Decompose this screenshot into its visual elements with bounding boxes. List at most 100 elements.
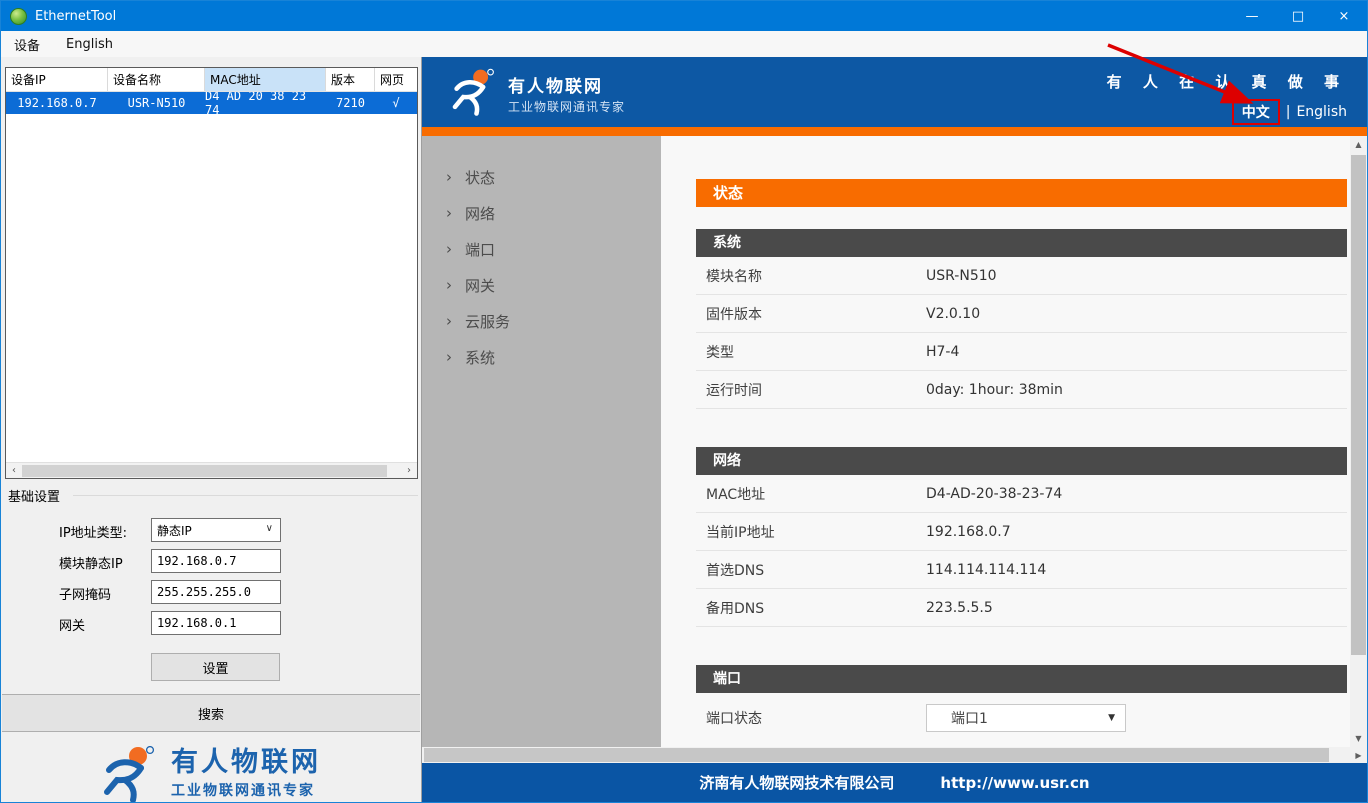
table-row: 端口状态 端口1 ▼ (696, 693, 1347, 743)
section-network-header: 网络 (696, 447, 1347, 475)
web-header: 有人物联网 工业物联网通讯专家 有 人 在 认 真 做 事 中文 | Engli… (422, 57, 1367, 127)
column-header-web[interactable]: 网页 (375, 68, 417, 91)
title-bar: EthernetTool — □ × (1, 1, 1367, 31)
footer-url-link[interactable]: http://www.usr.cn (940, 774, 1089, 792)
app-icon (10, 8, 27, 25)
table-row: MAC地址D4-AD-20-38-23-74 (696, 475, 1347, 513)
subnet-mask-field[interactable]: 255.255.255.0 (151, 580, 281, 604)
brand-name: 有人物联网 (171, 748, 321, 778)
chevron-down-icon: ∨ (266, 523, 273, 534)
section-port: 端口 端口状态 端口1 ▼ (696, 665, 1347, 743)
window-title: EthernetTool (35, 9, 116, 24)
table-row[interactable]: 192.168.0.7 USR-N510 D4 AD 20 38 23 74 7… (6, 92, 417, 114)
column-header-mac[interactable]: MAC地址 (205, 68, 326, 91)
search-button[interactable]: 搜索 (2, 694, 420, 732)
web-brand-slogan: 工业物联网通讯专家 (508, 98, 625, 115)
port-status-label: 端口状态 (696, 708, 926, 728)
scroll-right-icon[interactable]: ▶ (1350, 751, 1367, 760)
window-controls: — □ × (1229, 1, 1367, 31)
table-row: 固件版本V2.0.10 (696, 295, 1347, 333)
static-ip-label: 模块静态IP (59, 553, 123, 572)
subnet-mask-label: 子网掩码 (59, 584, 111, 603)
sidebar-item-status[interactable]: ›状态 (422, 159, 661, 195)
cell-device-ip: 192.168.0.7 (6, 92, 108, 114)
chevron-right-icon: › (446, 168, 452, 186)
static-ip-field[interactable]: 192.168.0.7 (151, 549, 281, 573)
scroll-down-icon[interactable]: ▼ (1350, 730, 1367, 747)
sidebar-item-network[interactable]: ›网络 (422, 195, 661, 231)
device-list-header: 设备IP 设备名称 MAC地址 版本 网页 (6, 68, 417, 92)
vertical-scrollbar[interactable]: ▲ ▼ (1350, 136, 1367, 747)
web-body: ›状态 ›网络 ›端口 ›网关 ›云服务 ›系统 状态 系统 模块名称USR-N… (422, 136, 1367, 747)
page-title: 状态 (696, 179, 1347, 207)
web-content: 状态 系统 模块名称USR-N510 固件版本V2.0.10 类型H7-4 运行… (661, 136, 1350, 747)
language-switcher: 中文 | English (1107, 99, 1347, 125)
usr-logo: 有人物联网 工业物联网通讯专家 (1, 743, 421, 803)
select-down-icon: ▼ (1108, 713, 1115, 723)
hscroll-thumb[interactable] (22, 465, 387, 477)
chevron-right-icon: › (446, 276, 452, 294)
footer-company: 济南有人物联网技术有限公司 (699, 772, 894, 793)
close-button[interactable]: × (1321, 1, 1367, 31)
chevron-right-icon: › (446, 240, 452, 258)
menu-bar: 设备 English (1, 31, 1367, 57)
section-network: 网络 MAC地址D4-AD-20-38-23-74 当前IP地址192.168.… (696, 447, 1347, 627)
web-brand-name: 有人物联网 (508, 72, 603, 97)
table-row: 首选DNS114.114.114.114 (696, 551, 1347, 589)
column-header-version[interactable]: 版本 (326, 68, 375, 91)
chevron-right-icon: › (446, 312, 452, 330)
sidebar-item-cloud[interactable]: ›云服务 (422, 303, 661, 339)
table-row: 备用DNS223.5.5.5 (696, 589, 1347, 627)
hscroll-thumb[interactable] (424, 748, 1329, 762)
usr-runner-icon-white (450, 68, 498, 116)
app-window: EthernetTool — □ × 设备 English 设备IP 设备名称 … (0, 0, 1368, 803)
sidebar-item-port[interactable]: ›端口 (422, 231, 661, 267)
device-list: 设备IP 设备名称 MAC地址 版本 网页 192.168.0.7 USR-N5… (5, 67, 418, 479)
scroll-left-icon[interactable]: ‹ (6, 465, 22, 476)
cell-device-mac: D4 AD 20 38 23 74 (205, 92, 326, 114)
column-header-ip[interactable]: 设备IP (6, 68, 108, 91)
port-select[interactable]: 端口1 ▼ (926, 704, 1126, 732)
menu-device[interactable]: 设备 (1, 31, 53, 57)
table-row: 运行时间0day: 1hour: 38min (696, 371, 1347, 409)
scroll-right-icon[interactable]: › (401, 465, 417, 476)
sidebar-item-gateway[interactable]: ›网关 (422, 267, 661, 303)
usr-runner-icon (101, 746, 159, 802)
section-port-header: 端口 (696, 665, 1347, 693)
gateway-field[interactable]: 192.168.0.1 (151, 611, 281, 635)
web-view: 有人物联网 工业物联网通讯专家 有 人 在 认 真 做 事 中文 | Engli… (422, 57, 1367, 802)
cell-device-name: USR-N510 (108, 92, 205, 114)
group-divider (73, 495, 418, 496)
ip-type-select[interactable]: 静态IP ∨ (151, 518, 281, 542)
web-footer: 济南有人物联网技术有限公司 http://www.usr.cn (422, 763, 1367, 802)
cell-device-web-check: √ (375, 92, 417, 114)
ip-type-label: IP地址类型: (59, 522, 127, 541)
header-motto: 有 人 在 认 真 做 事 (1107, 71, 1347, 92)
table-row: 模块名称USR-N510 (696, 257, 1347, 295)
minimize-button[interactable]: — (1229, 1, 1275, 31)
brand-slogan: 工业物联网通讯专家 (171, 780, 321, 800)
port-select-value: 端口1 (951, 708, 988, 728)
ip-type-value: 静态IP (157, 522, 192, 539)
scroll-up-icon[interactable]: ▲ (1350, 136, 1367, 153)
chevron-right-icon: › (446, 204, 452, 222)
web-sidebar-nav: ›状态 ›网络 ›端口 ›网关 ›云服务 ›系统 (422, 136, 661, 747)
maximize-button[interactable]: □ (1275, 1, 1321, 31)
vscroll-thumb[interactable] (1351, 155, 1366, 655)
basic-settings-title: 基础设置 (8, 486, 60, 505)
language-divider: | (1286, 104, 1291, 120)
horizontal-scrollbar[interactable]: ▶ (422, 747, 1367, 763)
menu-english[interactable]: English (53, 31, 126, 57)
chevron-right-icon: › (446, 348, 452, 366)
language-chinese-link[interactable]: 中文 (1232, 99, 1280, 125)
column-header-name[interactable]: 设备名称 (108, 68, 205, 91)
sidebar-item-system[interactable]: ›系统 (422, 339, 661, 375)
cell-device-version: 7210 (326, 92, 375, 114)
section-system-header: 系统 (696, 229, 1347, 257)
device-list-hscrollbar[interactable]: ‹ › (6, 462, 417, 478)
set-button[interactable]: 设置 (151, 653, 280, 681)
language-english-link[interactable]: English (1296, 104, 1347, 120)
gateway-label: 网关 (59, 615, 85, 634)
table-row: 当前IP地址192.168.0.7 (696, 513, 1347, 551)
table-row: 类型H7-4 (696, 333, 1347, 371)
